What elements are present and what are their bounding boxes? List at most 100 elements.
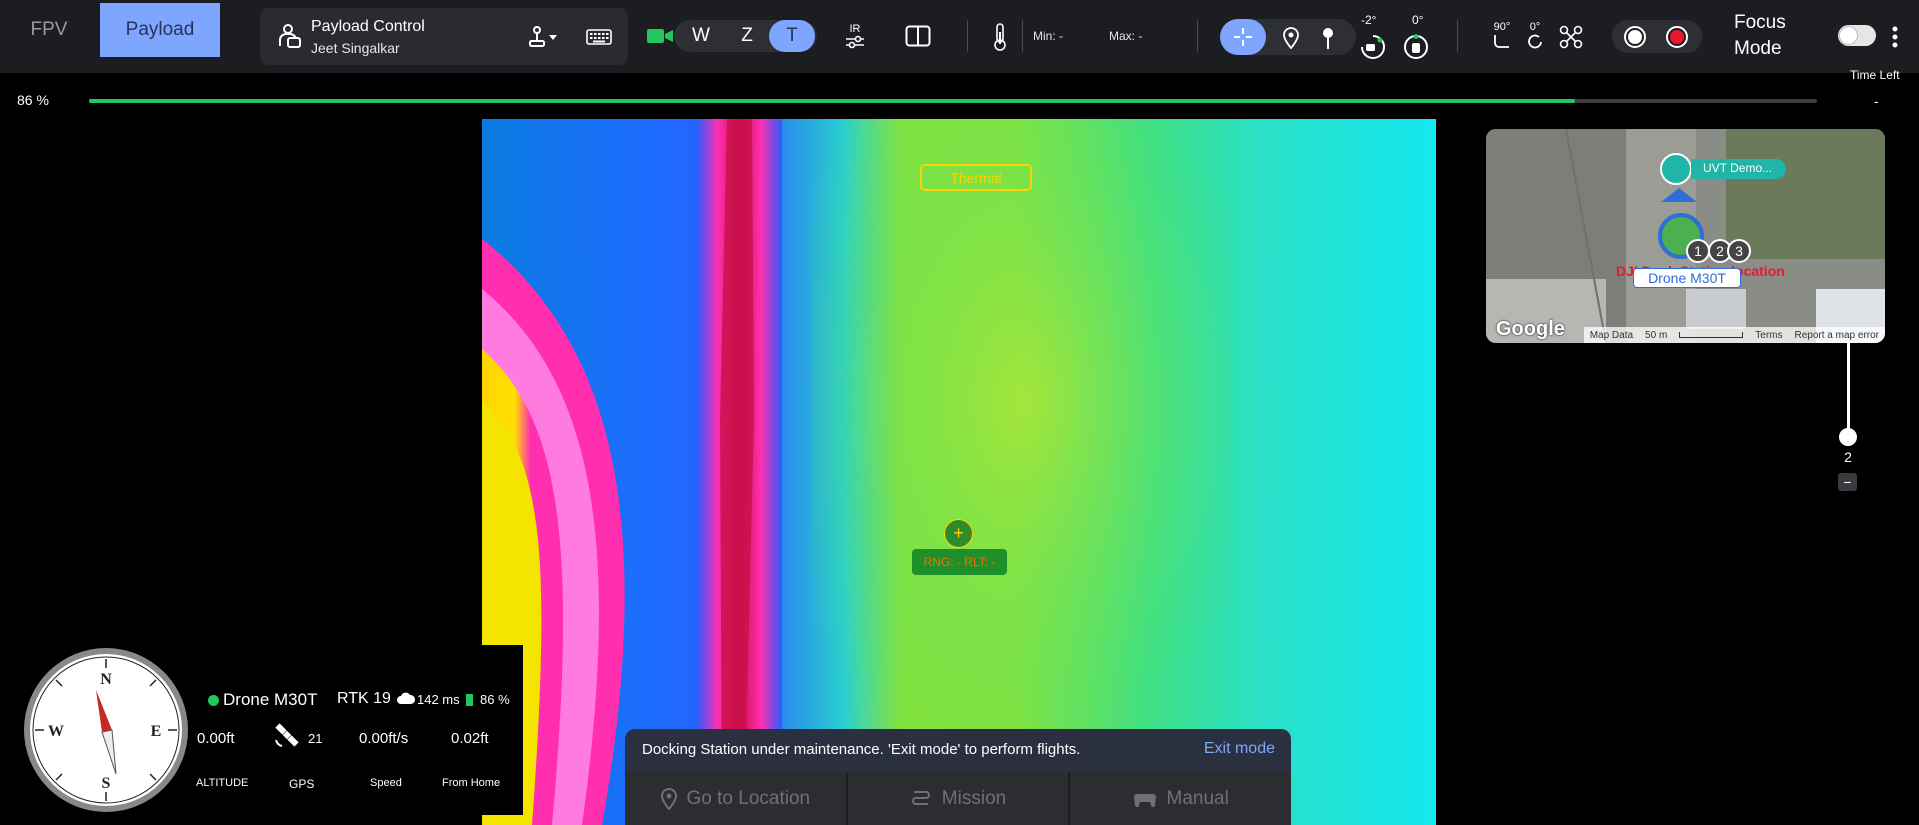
target-tool-group — [1220, 19, 1356, 55]
gimbal-reset-button[interactable]: 0° — [1520, 20, 1550, 50]
altitude-value: 0.00ft — [197, 730, 235, 747]
record-button[interactable] — [1666, 26, 1688, 48]
top-bar: FPV Payload Payload Control Jeet Singalk… — [0, 0, 1919, 73]
map-scale-bar — [1679, 332, 1744, 338]
map-zoom-out-button[interactable]: − — [1838, 473, 1857, 491]
flight-mode-bar: Go to Location Mission Manual — [625, 772, 1291, 825]
cloud-latency-icon — [397, 692, 416, 704]
route-icon — [911, 790, 930, 805]
more-options-icon[interactable] — [1891, 25, 1899, 49]
thermal-image — [482, 119, 1232, 825]
zoom-selector: W Z T — [674, 20, 817, 52]
drone-name: Drone M30T — [223, 690, 318, 709]
compass: N E S W — [24, 648, 188, 812]
drone-map-label: Drone M30T — [1633, 268, 1741, 288]
gimbal-pitch-label: -2° — [1361, 13, 1377, 27]
google-logo: Google — [1496, 318, 1565, 340]
speed-value: 0.00ft/s — [359, 730, 409, 747]
gimbal-reset-label: 0° — [1529, 21, 1541, 33]
home-distance-label: From Home — [442, 777, 501, 789]
zoom-tele-button[interactable]: T — [769, 20, 815, 52]
divider — [1457, 20, 1458, 52]
capture-controls — [1612, 20, 1702, 53]
satellite-icon — [275, 723, 299, 747]
gimbal-down-button[interactable]: 90° — [1487, 20, 1517, 50]
exit-mode-link[interactable]: Exit mode — [1204, 740, 1275, 758]
map-attribution: Map Data 50 m Terms Report a map error — [1583, 327, 1885, 343]
payload-control-title: Payload Control — [311, 18, 425, 35]
drone-icon[interactable] — [1558, 24, 1584, 50]
gimbal-yaw-label: 0° — [1412, 13, 1424, 27]
joystick-dropdown-icon[interactable] — [528, 25, 558, 49]
payload-control-panel: Payload Control Jeet Singalkar — [260, 8, 628, 65]
compass-north: N — [100, 671, 112, 688]
range-readout: RNG: - RLT: - — [912, 549, 1007, 575]
ir-label: IR — [849, 22, 861, 35]
maintenance-notice: Docking Station under maintenance. 'Exit… — [625, 729, 1291, 772]
target-crosshair-icon[interactable]: + — [944, 519, 973, 548]
home-distance-value: 0.02ft — [451, 730, 489, 747]
gps-value: 21 — [308, 731, 323, 746]
payload-control-user: Jeet Singalkar — [311, 40, 400, 56]
video-camera-icon[interactable] — [646, 26, 674, 46]
crosshair-tool-button[interactable] — [1220, 19, 1266, 55]
telemetry-battery: 86 % — [480, 692, 510, 707]
report-map-error-link[interactable]: Report a map error — [1795, 330, 1879, 341]
gimbal-down-icon — [1494, 35, 1509, 48]
ir-settings-button[interactable]: IR — [842, 22, 868, 50]
altitude-label: ALTITUDE — [196, 777, 249, 789]
thermometer-icon[interactable] — [990, 22, 1010, 52]
map-scale: 50 m — [1645, 329, 1668, 341]
time-left-value: - — [1874, 93, 1879, 109]
map-zoom-slider-track — [1847, 343, 1850, 437]
battery-progress-fill — [89, 99, 1576, 103]
divider — [967, 20, 968, 52]
zoom-zoom-button[interactable]: Z — [728, 20, 766, 52]
tab-payload[interactable]: Payload — [100, 3, 220, 57]
location-pin-icon[interactable] — [1282, 27, 1300, 49]
thermal-camera-feed[interactable]: Thermal + RNG: - RLT: - — [482, 119, 1436, 825]
split-view-icon[interactable] — [905, 25, 931, 47]
keyboard-icon[interactable] — [586, 27, 612, 47]
mini-map[interactable]: UVT Demo... DJI Dock Station location Dr… — [1486, 129, 1885, 343]
waypoint-marker[interactable]: 1 — [1686, 239, 1710, 263]
gps-label: GPS — [289, 777, 315, 791]
rotate-icon — [1528, 34, 1542, 49]
speed-label: Speed — [370, 777, 402, 789]
zoom-wide-button[interactable]: W — [682, 20, 720, 52]
map-zoom-slider-handle[interactable] — [1839, 428, 1857, 446]
gimbal-yaw-icon — [1404, 34, 1428, 59]
sliders-icon — [846, 35, 864, 48]
map-data-link[interactable]: Map Data — [1590, 330, 1633, 341]
gimbal-down-label: 90° — [1493, 21, 1511, 33]
pilot-icon — [279, 24, 301, 48]
battery-percent: 86 % — [17, 92, 49, 108]
photo-button[interactable] — [1624, 26, 1646, 48]
temperature-min: Min: - — [1033, 29, 1063, 43]
go-to-location-label: Go to Location — [686, 787, 811, 809]
mission-button[interactable]: Mission — [848, 772, 1071, 825]
location-marker-icon[interactable] — [1660, 153, 1692, 185]
maintenance-notice-text: Docking Station under maintenance. 'Exit… — [642, 741, 1081, 758]
waypoint-marker[interactable]: 3 — [1727, 239, 1751, 263]
focus-mode-toggle[interactable] — [1838, 25, 1876, 46]
drone-heading-icon — [1661, 188, 1697, 202]
time-left-label: Time Left — [1850, 68, 1900, 82]
compass-south: S — [102, 775, 111, 792]
manual-button[interactable]: Manual — [1070, 772, 1291, 825]
go-to-location-button[interactable]: Go to Location — [625, 772, 848, 825]
thermal-label: Thermal — [920, 164, 1032, 191]
terms-link[interactable]: Terms — [1755, 330, 1782, 341]
mission-label: Mission — [941, 787, 1007, 809]
drone-status-dot — [208, 695, 219, 706]
manual-label: Manual — [1166, 787, 1229, 809]
battery-progress-bar — [89, 99, 1817, 103]
tab-fpv[interactable]: FPV — [0, 3, 98, 57]
gamepad-icon — [1133, 793, 1156, 807]
divider — [1022, 20, 1023, 52]
gimbal-pitch-icon — [1361, 35, 1385, 59]
map-zoom-value: 2 — [1844, 449, 1852, 465]
rtk-status: RTK 19 — [337, 690, 391, 707]
latency-value: 142 ms — [417, 692, 460, 707]
map-pin-icon[interactable] — [1320, 26, 1336, 50]
